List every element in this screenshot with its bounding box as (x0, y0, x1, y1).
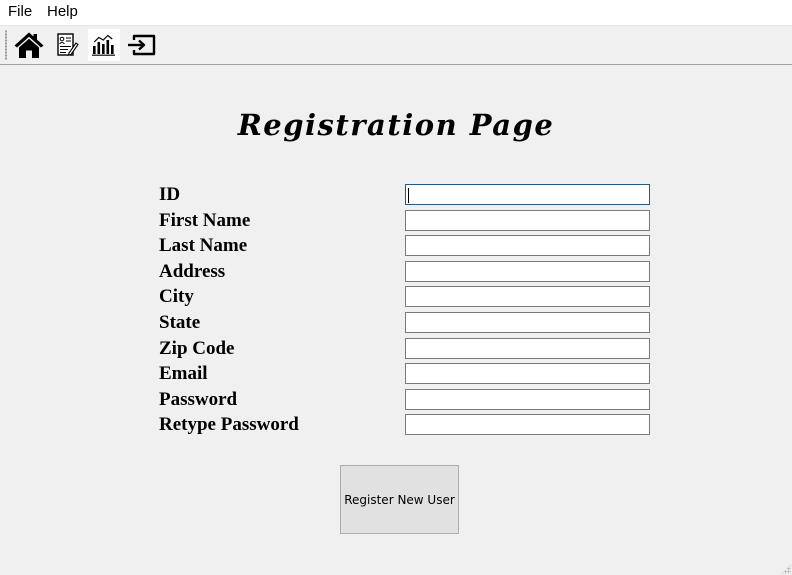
email-label: Email (159, 363, 208, 384)
first-name-label: First Name (159, 210, 251, 231)
home-icon (14, 32, 44, 58)
id-input[interactable] (405, 184, 650, 205)
logout-button[interactable] (125, 29, 157, 61)
first-name-input[interactable] (405, 210, 650, 231)
last-name-label: Last Name (159, 235, 248, 256)
menu-file[interactable]: File (8, 3, 32, 20)
email-input[interactable] (405, 363, 650, 384)
home-button[interactable] (13, 29, 45, 61)
retype-password-label: Retype Password (159, 414, 299, 435)
city-input[interactable] (405, 286, 650, 307)
toolbar-grip[interactable] (5, 30, 7, 60)
bar-chart-icon (92, 34, 115, 56)
id-label: ID (159, 184, 181, 205)
state-label: State (159, 312, 201, 333)
toolbar (0, 26, 792, 65)
password-label: Password (159, 389, 238, 410)
zip-code-input[interactable] (405, 338, 650, 359)
address-label: Address (159, 261, 226, 282)
logout-icon (128, 34, 156, 56)
registration-button[interactable] (51, 29, 83, 61)
register-new-user-button[interactable]: Register New User (340, 465, 459, 534)
password-input[interactable] (405, 389, 650, 410)
page-title: Registration Page (237, 108, 555, 142)
state-input[interactable] (405, 312, 650, 333)
address-input[interactable] (405, 261, 650, 282)
city-label: City (159, 286, 194, 307)
retype-password-input[interactable] (405, 414, 650, 435)
statistics-button[interactable] (88, 29, 120, 61)
text-caret (408, 188, 409, 203)
menu-help[interactable]: Help (47, 3, 78, 20)
menu-bar: File Help (0, 0, 792, 26)
last-name-input[interactable] (405, 235, 650, 256)
zip-code-label: Zip Code (159, 338, 235, 359)
registration-form-icon (57, 33, 79, 56)
resize-grip[interactable] (781, 564, 791, 574)
